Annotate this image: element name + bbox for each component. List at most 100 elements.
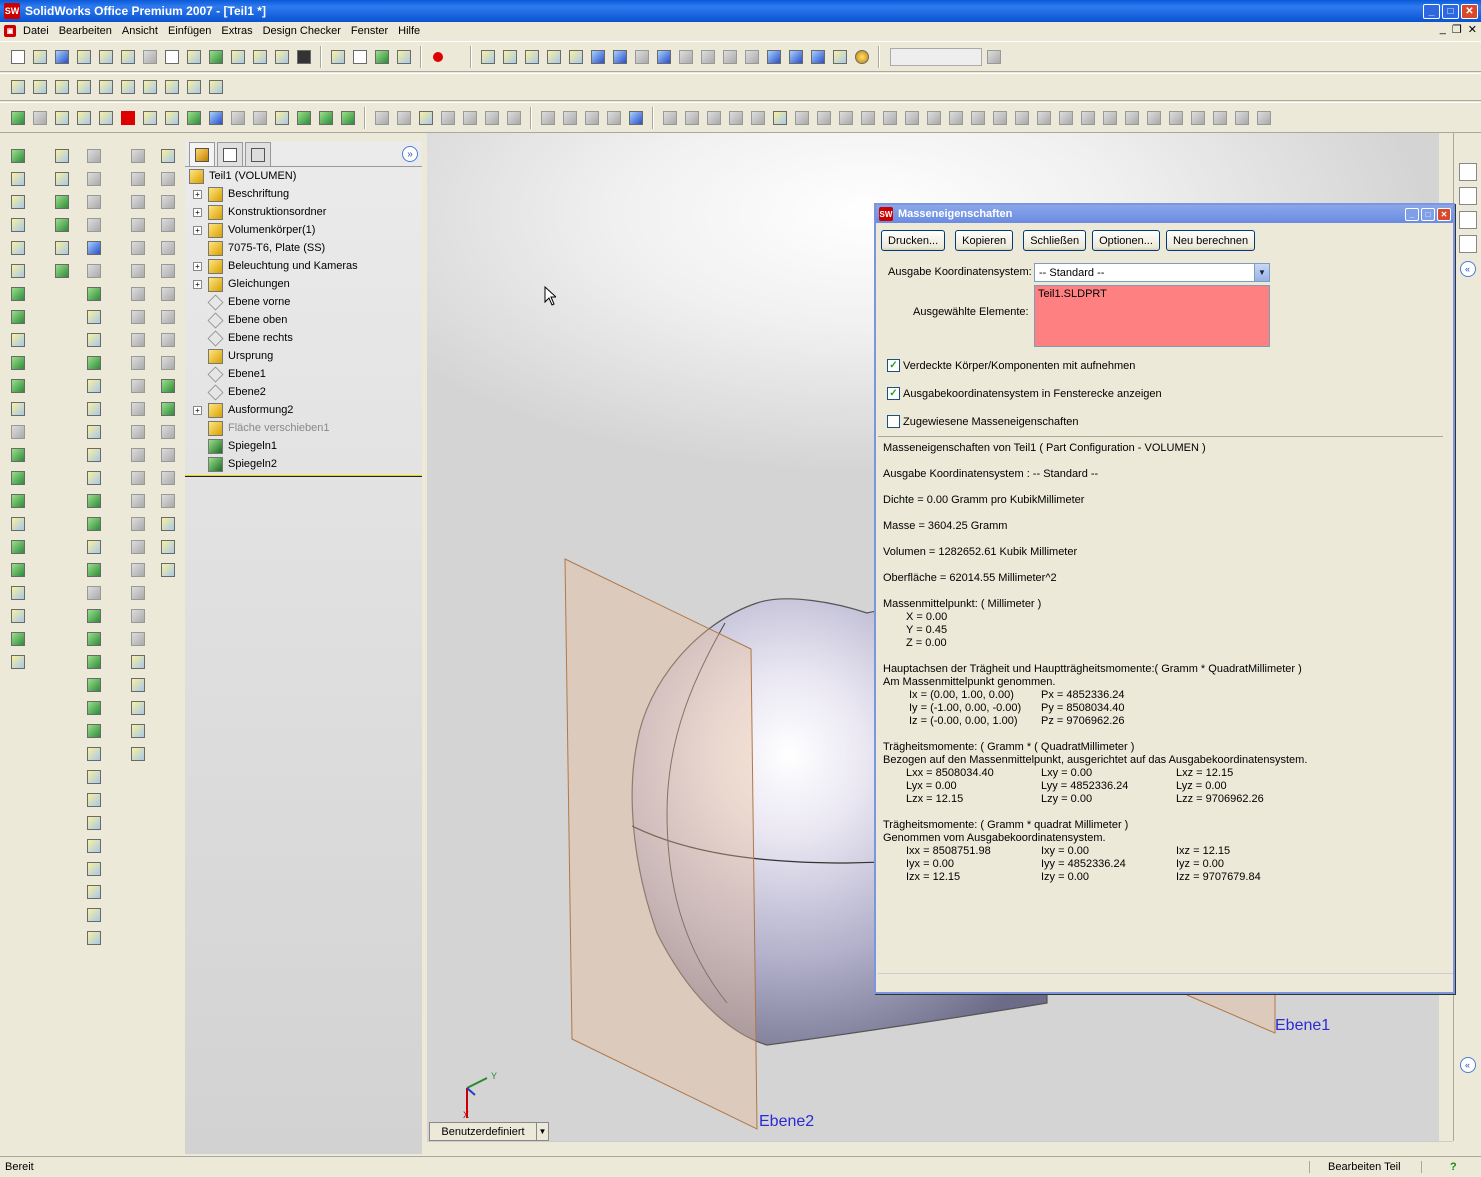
appearance-icon[interactable] (984, 47, 1004, 67)
vtool5-14-icon[interactable] (158, 445, 178, 465)
tree-item[interactable]: 7075-T6, Plate (SS) (185, 239, 422, 257)
smart-dimension-icon[interactable] (394, 47, 414, 67)
tree-item[interactable]: Ebene vorne (185, 293, 422, 311)
vtool3-23-icon[interactable] (84, 652, 104, 672)
vtool-21-icon[interactable] (8, 606, 28, 626)
vtool4-1-icon[interactable] (128, 146, 148, 166)
help-icon[interactable] (272, 47, 292, 67)
results-horizontal-scrollbar[interactable] (878, 973, 1453, 987)
rebuild-icon[interactable] (206, 47, 226, 67)
mold-2-icon[interactable] (560, 108, 580, 128)
vtool-15-icon[interactable] (8, 468, 28, 488)
menu-bearbeiten[interactable]: Bearbeiten (54, 25, 117, 37)
vtool5-17-icon[interactable] (158, 514, 178, 534)
vtool-10-icon[interactable] (8, 353, 28, 373)
menu-extras[interactable]: Extras (216, 25, 257, 37)
minimize-button[interactable]: _ (1423, 3, 1440, 19)
doc-close-button[interactable]: ✕ (1468, 23, 1477, 36)
vtool3-4-icon[interactable] (84, 215, 104, 235)
vtool3-13-icon[interactable] (84, 422, 104, 442)
menu-hilfe[interactable]: Hilfe (393, 25, 425, 37)
expand-panel-icon[interactable]: » (402, 146, 418, 162)
addin-1-icon[interactable] (184, 108, 204, 128)
vtool4-23-icon[interactable] (128, 652, 148, 672)
vtool3-33-icon[interactable] (84, 882, 104, 902)
selected-elements-list[interactable]: Teil1.SLDPRT (1034, 285, 1270, 347)
tree-item[interactable]: + Beschriftung (185, 185, 422, 203)
vtool-11-icon[interactable] (8, 376, 28, 396)
tree-root[interactable]: Teil1 (VOLUMEN) (185, 167, 422, 185)
vtool3-19-icon[interactable] (84, 560, 104, 580)
vtool3-29-icon[interactable] (84, 790, 104, 810)
menu-ansicht[interactable]: Ansicht (117, 25, 163, 37)
vtool3-17-icon[interactable] (84, 514, 104, 534)
surface-5-icon[interactable] (460, 108, 480, 128)
help-icon[interactable]: ? (1421, 1161, 1481, 1173)
vtool3-3-icon[interactable] (84, 192, 104, 212)
vtool3-1-icon[interactable] (84, 146, 104, 166)
selected-element-item[interactable]: Teil1.SLDPRT (1038, 288, 1266, 300)
vtool2-2-icon[interactable] (52, 169, 72, 189)
vtool4-4-icon[interactable] (128, 215, 148, 235)
tree-item[interactable]: Ebene rechts (185, 329, 422, 347)
vtool4-2-icon[interactable] (128, 169, 148, 189)
shaded-icon[interactable] (786, 47, 806, 67)
home-icon[interactable] (1458, 163, 1477, 181)
sheetmetal-5-icon[interactable] (748, 108, 768, 128)
sheetmetal-13-icon[interactable] (924, 108, 944, 128)
chevron-down-icon[interactable]: ▼ (1254, 264, 1269, 281)
vtool-3-icon[interactable] (8, 192, 28, 212)
tree-item[interactable]: Spiegeln2 (185, 455, 422, 473)
spelling-icon[interactable] (8, 77, 28, 97)
vtool4-18-icon[interactable] (128, 537, 148, 557)
zoom-selection-icon[interactable] (544, 47, 564, 67)
vtool4-11-icon[interactable] (128, 376, 148, 396)
shadows-icon[interactable] (808, 47, 828, 67)
vtool-4-icon[interactable] (8, 215, 28, 235)
shaded-edges-icon[interactable] (764, 47, 784, 67)
vtool3-10-icon[interactable] (84, 353, 104, 373)
vtool-14-icon[interactable] (8, 445, 28, 465)
view-orientation-combo[interactable]: Benutzerdefiniert ▼ (429, 1122, 549, 1141)
mold-1-icon[interactable] (538, 108, 558, 128)
library-icon[interactable] (1458, 187, 1477, 205)
deviation-analysis-icon[interactable] (184, 77, 204, 97)
recalculate-button[interactable]: Neu berechnen (1165, 230, 1256, 251)
checkbox-show-coord[interactable]: ✓ Ausgabekoordinatensystem in Fenstereck… (887, 387, 1162, 400)
vtool3-11-icon[interactable] (84, 376, 104, 396)
run-macro-icon[interactable] (8, 108, 28, 128)
mold-4-icon[interactable] (604, 108, 624, 128)
sheetmetal-9-icon[interactable] (836, 108, 856, 128)
options-icon[interactable] (228, 47, 248, 67)
sheetmetal-28-icon[interactable] (1254, 108, 1274, 128)
vtool2-3-icon[interactable] (52, 192, 72, 212)
surface-3-icon[interactable] (416, 108, 436, 128)
vtool-8-icon[interactable] (8, 307, 28, 327)
stop-macro-icon[interactable] (30, 108, 50, 128)
sheetmetal-19-icon[interactable] (1056, 108, 1076, 128)
vtool3-22-icon[interactable] (84, 629, 104, 649)
maximize-button[interactable]: □ (1442, 3, 1459, 19)
sheetmetal-3-icon[interactable] (704, 108, 724, 128)
vtool5-10-icon[interactable] (158, 353, 178, 373)
vtool2-4-icon[interactable] (52, 215, 72, 235)
zoom-icon[interactable] (566, 47, 586, 67)
delete-icon[interactable] (118, 108, 138, 128)
vtool3-26-icon[interactable] (84, 721, 104, 741)
vtool4-5-icon[interactable] (128, 238, 148, 258)
pan-icon[interactable] (610, 47, 630, 67)
mold-3-icon[interactable] (582, 108, 602, 128)
sheetmetal-26-icon[interactable] (1210, 108, 1230, 128)
tab-property-manager[interactable] (217, 142, 243, 166)
menu-design-checker[interactable]: Design Checker (258, 25, 346, 37)
point-icon[interactable] (372, 47, 392, 67)
addin-7-icon[interactable] (316, 108, 336, 128)
addin-5-icon[interactable] (272, 108, 292, 128)
toolbox-icon[interactable] (162, 108, 182, 128)
vtool4-8-icon[interactable] (128, 307, 148, 327)
camera-icon[interactable] (294, 47, 314, 67)
tree-item[interactable]: Ursprung (185, 347, 422, 365)
hidden-lines-visible-icon[interactable] (698, 47, 718, 67)
vtool4-22-icon[interactable] (128, 629, 148, 649)
print-button[interactable]: Drucken... (881, 230, 946, 251)
